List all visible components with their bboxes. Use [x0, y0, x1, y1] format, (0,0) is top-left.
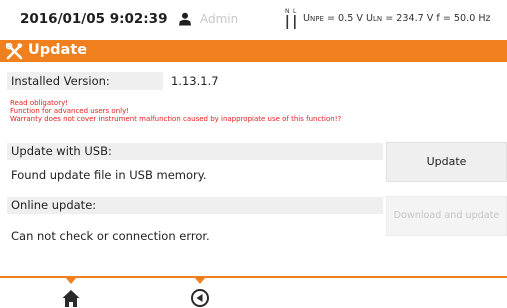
- online-update-label: Online update:: [7, 197, 383, 214]
- home-button[interactable]: [56, 278, 86, 308]
- status-bar: 2016/01/05 9:02:39 Admin N L UNPE = 0.5 …: [0, 0, 507, 40]
- warning-line: Read obligatory!: [10, 99, 69, 107]
- svg-text:N: N: [285, 8, 290, 15]
- caret-icon: [195, 278, 205, 284]
- user-icon: [179, 12, 191, 26]
- page-title: Update: [28, 42, 88, 58]
- probe-connection-icon: N L: [285, 8, 297, 29]
- caret-icon: [66, 278, 76, 284]
- usb-update-label: Update with USB:: [7, 143, 383, 160]
- tools-icon: [6, 43, 23, 60]
- voltage-readout: UNPE = 0.5 V ULN = 234.7 V f = 50.0 Hz: [303, 13, 491, 24]
- svg-text:L: L: [293, 8, 297, 15]
- user-name: Admin: [200, 12, 239, 26]
- back-button[interactable]: [185, 278, 215, 308]
- warning-line: Function for advanced users only!: [10, 107, 130, 115]
- title-bar: Update: [0, 40, 507, 62]
- update-screen: 2016/01/05 9:02:39 Admin N L UNPE = 0.5 …: [0, 0, 507, 308]
- update-button[interactable]: Update: [386, 142, 507, 182]
- warning-text: Read obligatory! Function for advanced u…: [10, 99, 341, 123]
- home-icon: [62, 290, 80, 307]
- back-icon: [191, 289, 209, 307]
- datetime: 2016/01/05 9:02:39: [20, 11, 168, 27]
- download-and-update-button[interactable]: Download and update: [386, 196, 507, 236]
- installed-version-value: 1.13.1.7: [171, 74, 219, 88]
- usb-update-status: Found update file in USB memory.: [11, 168, 207, 182]
- warning-line: Warranty does not cover instrument malfu…: [10, 115, 342, 123]
- installed-version-label: Installed Version:: [7, 72, 163, 90]
- online-update-status: Can not check or connection error.: [11, 229, 210, 243]
